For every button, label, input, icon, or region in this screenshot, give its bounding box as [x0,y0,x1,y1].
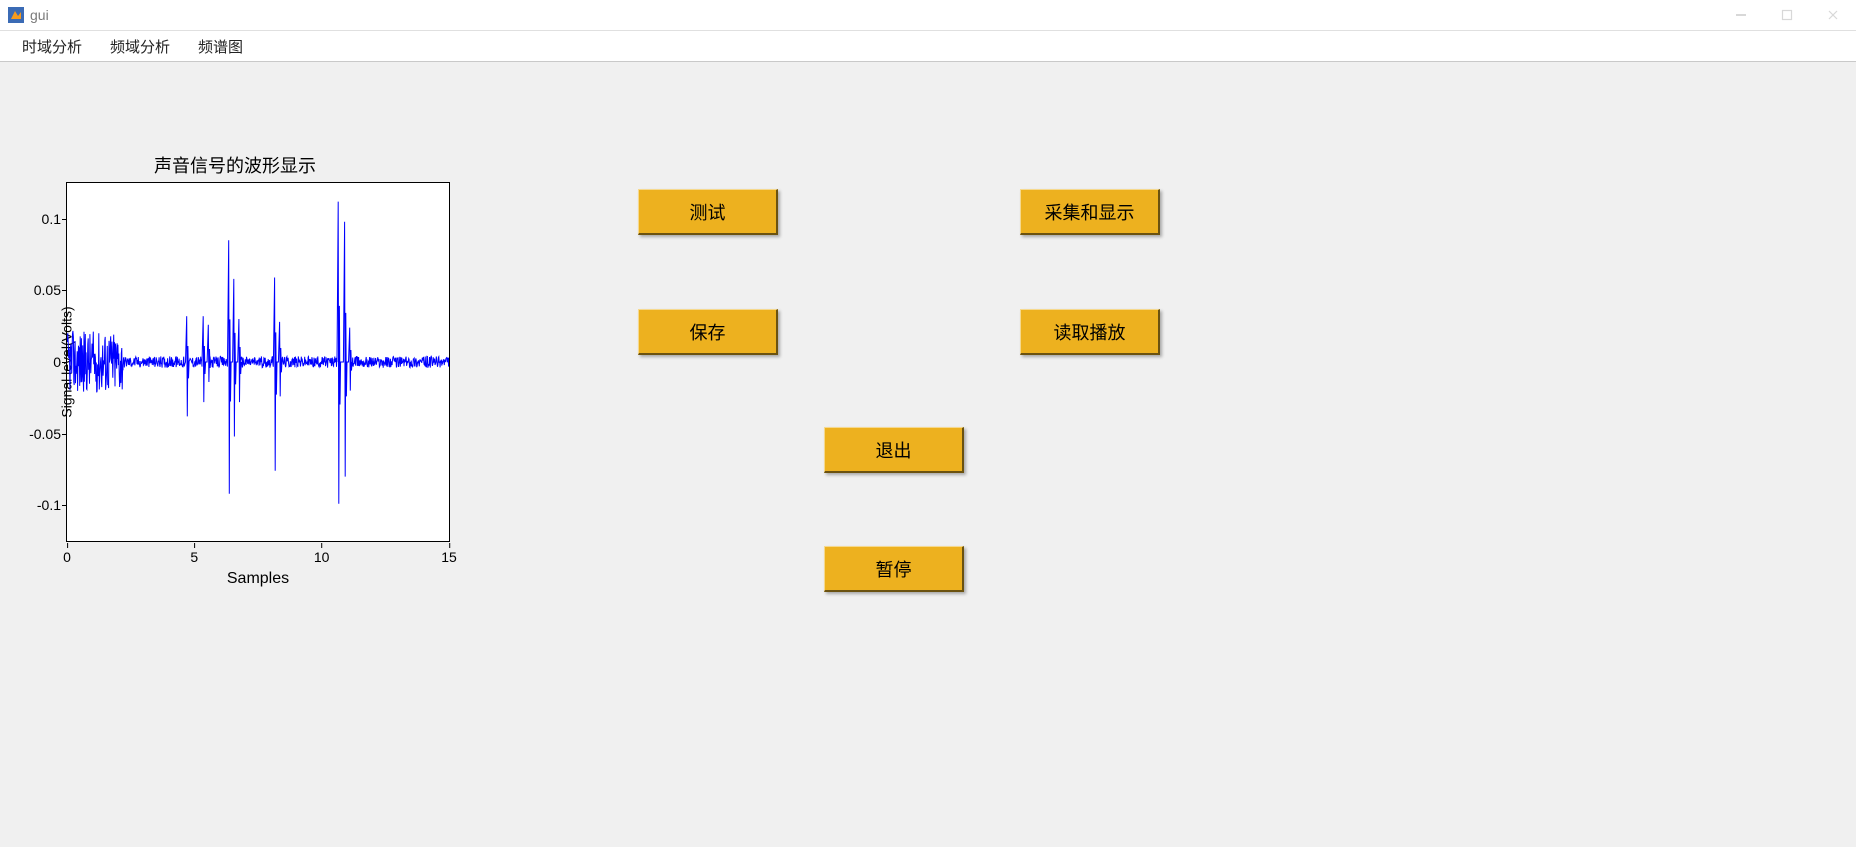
close-button[interactable] [1810,0,1856,30]
chart-title: 声音信号的波形显示 [10,152,460,178]
exit-button[interactable]: 退出 [824,427,964,473]
menu-freq-domain[interactable]: 频域分析 [96,32,184,61]
waveform-chart: 声音信号的波形显示 Signal level(Volts) -0.1-0.050… [10,152,460,588]
menubar: 时域分析 频域分析 频谱图 [0,31,1856,62]
chart-xtick: 0 [63,549,71,565]
minimize-button[interactable] [1718,0,1764,30]
chart-xlabel: Samples [66,570,450,588]
titlebar: gui [0,0,1856,31]
save-button[interactable]: 保存 [638,309,778,355]
menu-time-domain[interactable]: 时域分析 [8,32,96,61]
chart-xtick: 5 [190,549,198,565]
chart-ytick: -0.05 [21,426,61,442]
pause-button[interactable]: 暂停 [824,546,964,592]
chart-axes: Signal level(Volts) -0.1-0.0500.050.1051… [66,182,450,542]
chart-line [67,183,449,541]
menu-spectrogram[interactable]: 频谱图 [184,32,257,61]
read-play-button[interactable]: 读取播放 [1020,309,1160,355]
chart-ytick: 0 [21,354,61,370]
chart-ytick: 0.1 [21,211,61,227]
test-button[interactable]: 测试 [638,189,778,235]
acquire-display-button[interactable]: 采集和显示 [1020,189,1160,235]
client-area: 声音信号的波形显示 Signal level(Volts) -0.1-0.050… [0,62,1856,847]
matlab-icon [8,7,24,23]
window-title: gui [30,7,49,23]
chart-xtick: 10 [314,549,330,565]
chart-ytick: -0.1 [21,497,61,513]
maximize-button[interactable] [1764,0,1810,30]
chart-xtick: 15 [441,549,457,565]
chart-ytick: 0.05 [21,282,61,298]
